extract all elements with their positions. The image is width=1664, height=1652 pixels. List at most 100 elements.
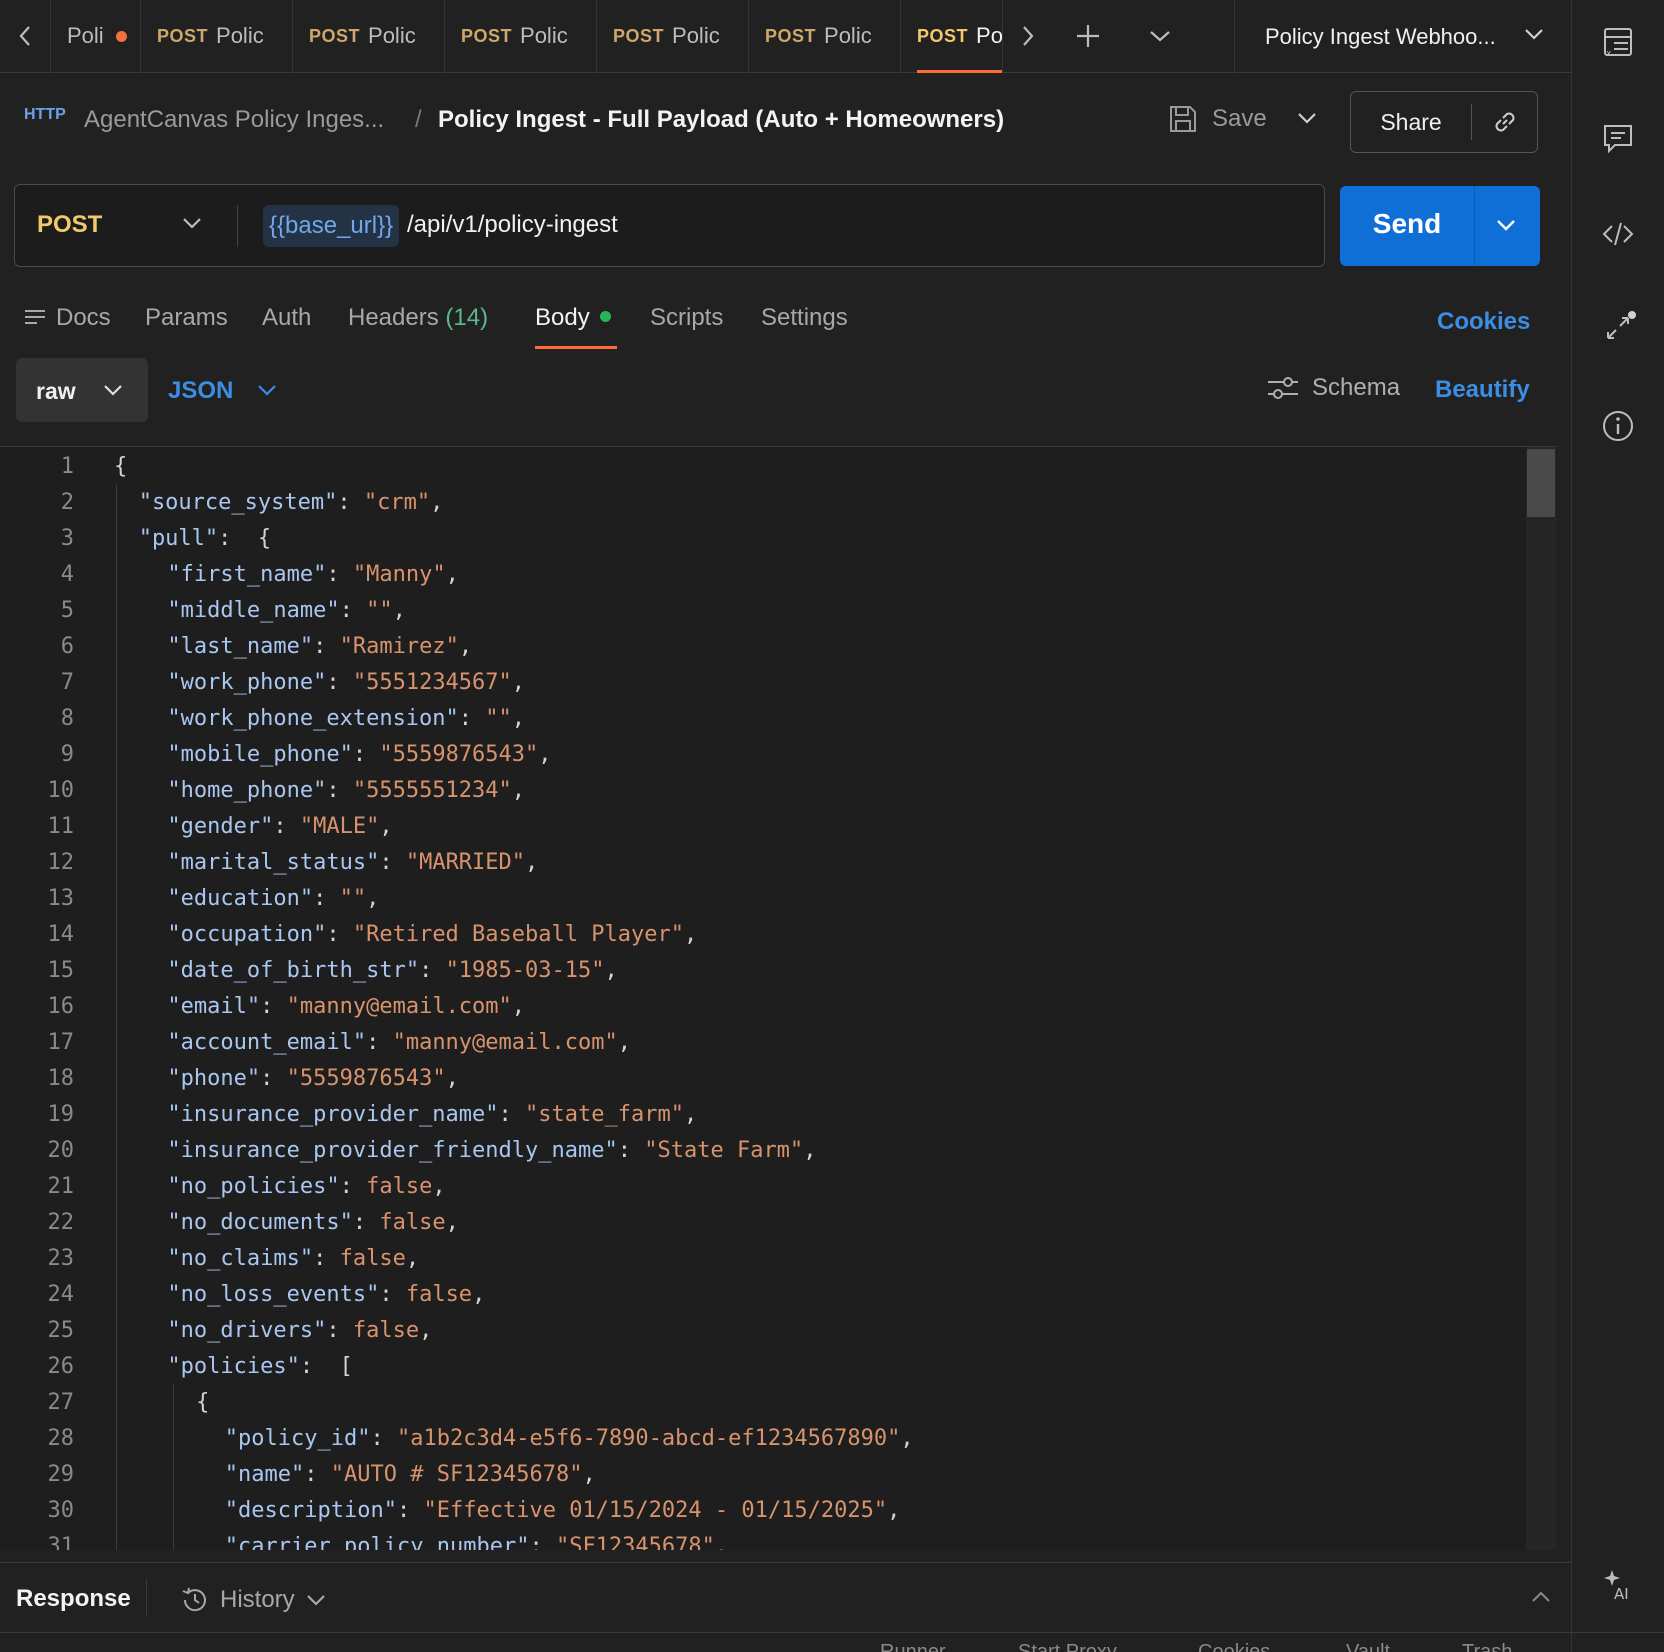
body-language-select[interactable]: JSON <box>168 377 233 405</box>
json-key: phone <box>180 1066 247 1091</box>
tab-settings[interactable]: Settings <box>761 304 848 332</box>
body-mode-select[interactable]: raw <box>16 358 148 422</box>
code-line: 24 "no_loss_events": false, <box>0 1277 1520 1313</box>
json-punctuation: , <box>405 1246 420 1271</box>
tab-scripts[interactable]: Scripts <box>650 304 723 332</box>
send-button[interactable]: Send <box>1340 186 1540 266</box>
code-text: "insurance_provider_friendly_name": "Sta… <box>167 1133 816 1169</box>
json-punctuation: , <box>392 598 406 623</box>
code-line: 29 "name": "AUTO # SF12345678", <box>0 1457 1520 1493</box>
line-number: 21 <box>47 1174 75 1199</box>
editor-scrollbar-track[interactable] <box>1526 447 1556 1550</box>
tab-label: Po <box>976 23 1002 48</box>
send-divider <box>1474 186 1475 266</box>
request-tab-4[interactable]: POST Polic <box>444 0 596 73</box>
share-button[interactable]: Share <box>1350 91 1538 153</box>
chevron-down-icon[interactable] <box>256 378 278 402</box>
history-clock-icon <box>182 1587 206 1612</box>
tab-auth[interactable]: Auth <box>262 304 311 332</box>
save-button[interactable]: Save <box>1168 104 1267 134</box>
request-tab-3[interactable]: POST Polic <box>292 0 444 73</box>
comments-icon[interactable] <box>1600 120 1636 156</box>
json-value: "MALE" <box>299 814 380 839</box>
code-text: "occupation": "Retired Baseball Player", <box>167 917 697 953</box>
ai-assistant-icon[interactable]: AI <box>1600 1566 1636 1602</box>
tab-method: POST <box>309 25 361 46</box>
json-colon: : <box>326 670 353 695</box>
history-button[interactable]: History <box>180 1585 327 1615</box>
code-text: "no_claims": false, <box>167 1241 419 1277</box>
tab-docs[interactable]: Docs <box>24 304 111 332</box>
line-number: 5 <box>60 598 74 623</box>
json-body-editor[interactable]: 1{2 "source_system": "crm", 3 "pull": {4 "fi… <box>0 446 1556 1550</box>
line-number: 18 <box>47 1066 75 1091</box>
code-text: "account_email": "manny@email.com", <box>167 1025 631 1061</box>
json-quote: " <box>167 1174 181 1199</box>
code-text: "description": "Effective 01/15/2024 - 0… <box>225 1493 901 1529</box>
json-quote: " <box>357 1426 371 1451</box>
code-line: 14 "occupation": "Retired Baseball Player… <box>0 917 1520 953</box>
code-text: "date_of_birth_str": "1985-03-15", <box>167 953 617 989</box>
url-input[interactable]: /api/v1/policy-ingest <box>407 211 618 239</box>
request-tab-1[interactable]: Poli <box>50 0 140 73</box>
tabs-scroll-right-button[interactable] <box>1002 0 1052 73</box>
status-cookies[interactable]: Cookies <box>1198 1641 1270 1652</box>
code-line: 17 "account_email": "manny@email.com", <box>0 1025 1520 1061</box>
environment-select[interactable]: Policy Ingest Webhoo... <box>1234 0 1571 73</box>
status-vault[interactable]: Vault <box>1346 1641 1390 1652</box>
json-quote: " <box>167 742 181 767</box>
request-tab-6[interactable]: POST Polic <box>748 0 900 73</box>
json-punctuation: , <box>511 778 526 803</box>
new-tab-button[interactable] <box>1052 0 1124 73</box>
cookies-link[interactable]: Cookies <box>1437 308 1530 336</box>
line-number: 30 <box>47 1498 75 1523</box>
related-collections-icon[interactable] <box>1600 310 1636 346</box>
tab-list-dropdown-button[interactable] <box>1124 0 1196 73</box>
json-punctuation: , <box>511 670 526 695</box>
json-quote: " <box>167 814 181 839</box>
method-select[interactable]: POST <box>37 211 102 239</box>
url-variable-token[interactable]: {{base_url}} <box>263 205 400 247</box>
code-text: "pull": { <box>139 521 271 557</box>
json-punctuation: , <box>379 814 393 839</box>
status-trash[interactable]: Trash <box>1462 1641 1512 1652</box>
request-title[interactable]: Policy Ingest - Full Payload (Auto + Hom… <box>438 106 1004 134</box>
request-tab-active[interactable]: POST Po <box>900 0 1002 73</box>
request-tab-2[interactable]: POST Polic <box>140 0 292 73</box>
editor-scrollbar-thumb[interactable] <box>1527 449 1555 517</box>
info-icon[interactable] <box>1600 408 1636 444</box>
variables-icon[interactable]: x <box>1600 24 1636 60</box>
json-punctuation: , <box>445 1210 459 1235</box>
tab-headers[interactable]: Headers (14) <box>348 304 488 332</box>
breadcrumb-collection[interactable]: AgentCanvas Policy Inges... <box>84 106 384 134</box>
status-start-proxy[interactable]: Start Proxy <box>1018 1641 1117 1652</box>
code-icon[interactable] <box>1600 216 1636 252</box>
json-colon: : <box>337 490 364 515</box>
code-line: 31 "carrier_policy_number": "SF12345678", <box>0 1529 1520 1550</box>
beautify-button[interactable]: Beautify <box>1435 376 1530 404</box>
json-key: no_policies <box>180 1174 327 1199</box>
copy-link-button[interactable] <box>1472 107 1537 137</box>
response-title[interactable]: Response <box>16 1585 131 1613</box>
json-key: last_name <box>180 634 300 659</box>
request-tab-5[interactable]: POST Polic <box>596 0 748 73</box>
chevron-down-icon[interactable] <box>181 211 203 235</box>
json-quote: " <box>224 1534 239 1550</box>
schema-button[interactable]: Schema <box>1266 374 1400 402</box>
tab-params[interactable]: Params <box>145 304 228 332</box>
json-quote: " <box>167 1210 181 1235</box>
json-punctuation: { <box>244 526 272 551</box>
tabs-scroll-left-button[interactable] <box>0 0 50 73</box>
json-quote: " <box>405 958 420 983</box>
send-options-chevron-icon[interactable] <box>1494 212 1518 238</box>
expand-response-chevron-icon[interactable] <box>1530 1589 1552 1605</box>
code-text: "insurance_provider_name": "state_farm", <box>167 1097 697 1133</box>
save-options-chevron-icon[interactable] <box>1296 106 1318 130</box>
tab-body[interactable]: Body <box>535 304 611 332</box>
code-line: 16 "email": "manny@email.com", <box>0 989 1520 1025</box>
status-bar: Runner Start Proxy Cookies Vault Trash <box>0 1632 1664 1652</box>
code-text: "home_phone": "5555551234", <box>167 773 525 809</box>
unsaved-dot-icon <box>115 30 127 42</box>
line-number: 14 <box>47 922 75 947</box>
status-runner[interactable]: Runner <box>880 1641 946 1652</box>
